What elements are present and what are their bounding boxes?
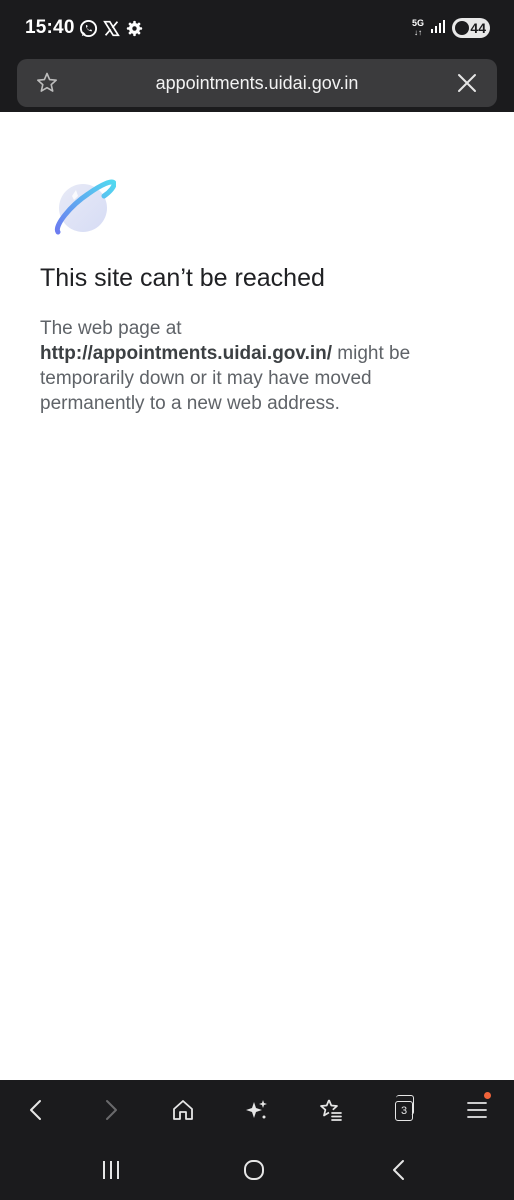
status-bar: 15:40 5G ↓↑ 44 xyxy=(0,0,514,56)
battery-saver-icon xyxy=(455,21,469,35)
error-title: This site can’t be reached xyxy=(40,264,325,292)
forward-icon xyxy=(106,1100,117,1120)
x-icon xyxy=(101,18,121,38)
recents-button[interactable] xyxy=(98,1158,124,1182)
signal-icon xyxy=(430,18,446,39)
system-home-button[interactable] xyxy=(241,1158,267,1182)
menu-icon xyxy=(467,1102,487,1118)
forward-button[interactable] xyxy=(97,1096,125,1124)
settings-icon xyxy=(124,18,144,38)
browser-header: appointments.uidai.gov.in xyxy=(0,56,514,112)
status-indicators: 5G ↓↑ 44 xyxy=(412,16,490,40)
tabs-button[interactable]: 3 xyxy=(389,1095,417,1124)
network-label: 5G xyxy=(411,18,424,28)
menu-button[interactable] xyxy=(463,1092,491,1124)
data-arrows-icon: ↓↑ xyxy=(413,28,422,37)
back-icon xyxy=(30,1100,41,1120)
browser-toolbar: 3 xyxy=(0,1080,514,1140)
battery-level: 44 xyxy=(470,20,486,36)
system-back-button[interactable] xyxy=(386,1158,412,1182)
address-bar[interactable]: appointments.uidai.gov.in xyxy=(17,59,497,107)
recents-icon xyxy=(103,1161,119,1179)
web-page: This site can’t be reached The web page … xyxy=(0,112,514,1080)
ai-sparkle-icon xyxy=(246,1100,267,1119)
back-button[interactable] xyxy=(22,1096,50,1124)
tab-count: 3 xyxy=(395,1101,413,1121)
home-button[interactable] xyxy=(169,1096,197,1124)
close-icon[interactable] xyxy=(455,71,479,95)
url-text[interactable]: appointments.uidai.gov.in xyxy=(17,73,497,94)
whatsapp-icon xyxy=(78,18,98,38)
status-time: 15:40 xyxy=(25,17,75,38)
error-url: http://appointments.uidai.gov.in/ xyxy=(40,343,333,364)
error-description: The web page at http://appointments.uida… xyxy=(40,316,480,416)
home-icon xyxy=(244,1160,264,1180)
battery-icon: 44 xyxy=(452,18,490,38)
error-body-prefix: The web page at xyxy=(40,318,182,339)
planet-error-icon xyxy=(50,174,117,240)
home-icon xyxy=(173,1100,193,1120)
bookmarks-icon xyxy=(320,1099,342,1121)
notification-dot xyxy=(484,1092,491,1099)
back-icon xyxy=(393,1160,404,1180)
bookmarks-button[interactable] xyxy=(316,1096,344,1124)
network-type: 5G ↓↑ xyxy=(411,18,424,38)
ai-assistant-button[interactable] xyxy=(242,1096,270,1124)
system-navigation-bar xyxy=(0,1140,514,1200)
